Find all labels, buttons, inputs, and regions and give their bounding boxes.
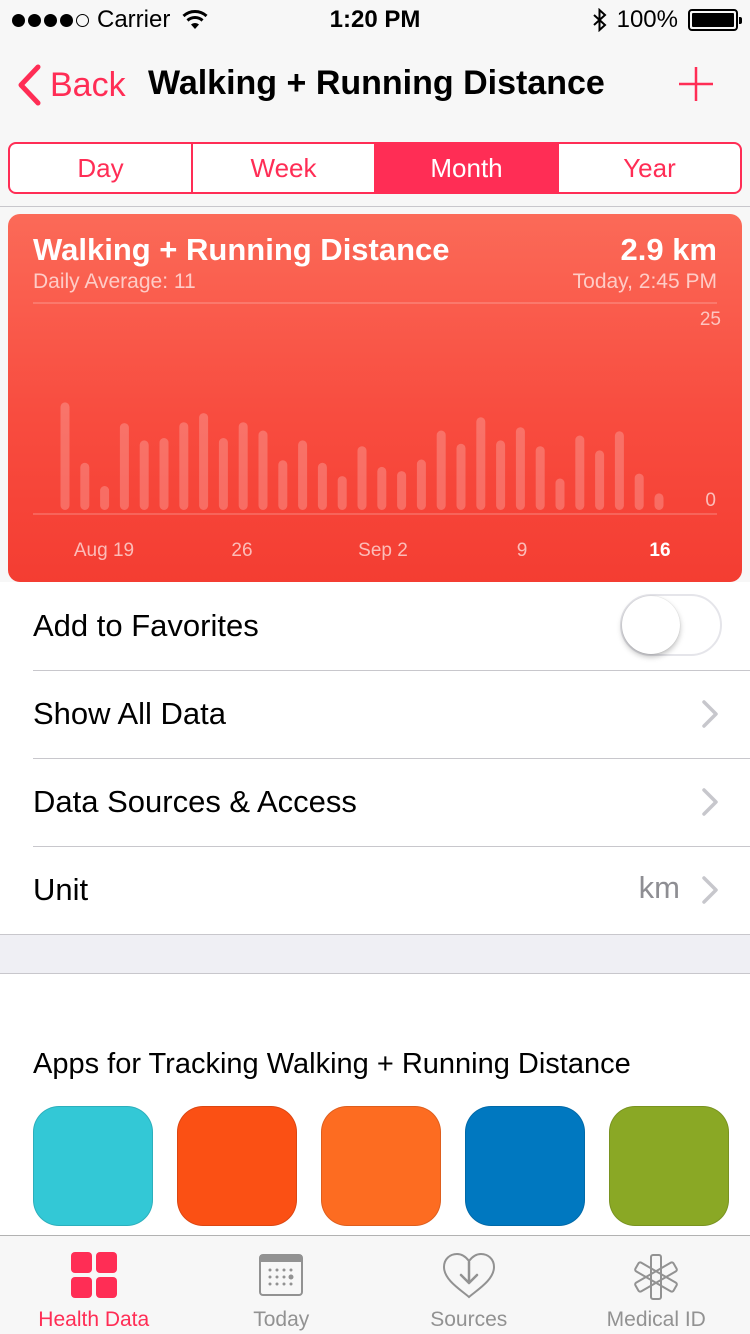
x-tick-label: 26 — [231, 540, 252, 561]
chart-bar — [436, 430, 446, 510]
app-icon-5[interactable] — [609, 1106, 729, 1226]
time-range-segmented-control: Day Week Month Year — [8, 142, 742, 194]
tab-label: Today — [253, 1308, 310, 1331]
chart-bar — [100, 486, 110, 510]
unit-row[interactable]: Unit km — [0, 846, 750, 934]
chart-bar — [397, 471, 407, 510]
x-tick-label: Aug 19 — [74, 540, 134, 561]
y-tick-min: 0 — [705, 490, 716, 511]
chart-bar — [357, 446, 367, 510]
status-bar: Carrier 1:20 PM 100% — [0, 0, 750, 40]
chart-bar — [139, 440, 149, 510]
chart-bar — [496, 440, 506, 510]
x-tick-label: 9 — [517, 540, 528, 561]
tab-sources[interactable]: Sources — [375, 1236, 563, 1334]
unit-value: km — [638, 870, 680, 905]
chart-bar — [476, 417, 486, 510]
toggle-knob — [622, 596, 680, 654]
app-icon-1[interactable] — [33, 1106, 153, 1226]
section-separator — [0, 934, 750, 974]
bluetooth-icon — [592, 8, 607, 32]
distance-chart-card[interactable]: 25 0 Aug 19 26 Sep 2 9 16 Walking + Running … — [8, 214, 742, 582]
chart-bar — [159, 438, 169, 510]
chart-bar — [595, 450, 605, 510]
add-icon[interactable] — [678, 66, 714, 102]
chart-bar — [337, 476, 347, 510]
chart-bar — [515, 427, 525, 510]
unit-label: Unit — [33, 872, 89, 907]
app-icon-2[interactable] — [177, 1106, 297, 1226]
chevron-right-icon — [702, 788, 718, 816]
chart-bar — [317, 462, 327, 510]
chevron-right-icon — [702, 700, 718, 728]
favorites-toggle[interactable] — [620, 594, 722, 656]
battery-percent: 100% — [616, 6, 678, 33]
show-all-data-label: Show All Data — [33, 696, 226, 731]
navigation-bar: Back Walking + Running Distance — [0, 40, 750, 130]
tab-bar: Health Data Today Sources Medical ID — [0, 1235, 750, 1334]
chart-bar — [456, 443, 466, 510]
header-divider — [0, 206, 750, 207]
settings-list: Add to Favorites Show All Data Data Sour… — [0, 582, 750, 934]
back-button[interactable]: Back — [16, 64, 126, 106]
latest-value: 2.9 km — [620, 232, 717, 267]
tab-label: Sources — [430, 1308, 508, 1331]
tab-label: Medical ID — [606, 1308, 706, 1331]
health-data-icon — [70, 1252, 117, 1298]
apps-section: Apps for Tracking Walking + Running Dist… — [0, 974, 750, 1236]
chart-bar — [555, 478, 565, 510]
chart-bar — [575, 435, 585, 510]
medical-id-icon — [634, 1254, 679, 1300]
chart-bar — [179, 422, 189, 510]
segment-day[interactable]: Day — [10, 144, 193, 192]
page-title: Walking + Running Distance — [148, 64, 605, 102]
add-to-favorites-label: Add to Favorites — [33, 608, 259, 643]
chevron-left-icon — [18, 64, 41, 106]
apps-section-title: Apps for Tracking Walking + Running Dist… — [33, 1048, 631, 1080]
data-sources-row[interactable]: Data Sources & Access — [0, 758, 750, 846]
tab-today[interactable]: Today — [188, 1236, 376, 1334]
back-label: Back — [50, 65, 126, 104]
chart-bar — [238, 422, 248, 510]
tab-medical-id[interactable]: Medical ID — [563, 1236, 750, 1334]
chart-bar — [654, 493, 664, 510]
chart-bar — [416, 459, 426, 510]
chart-bar — [278, 460, 288, 510]
chart-bar — [199, 413, 209, 510]
chart-bar — [634, 473, 644, 510]
tab-label: Health Data — [38, 1308, 150, 1331]
chart-bar — [218, 438, 228, 510]
segment-year[interactable]: Year — [559, 144, 740, 192]
x-tick-label: 16 — [649, 540, 670, 561]
chart-bar — [119, 423, 129, 510]
chevron-right-icon — [702, 876, 718, 904]
sources-heart-icon — [442, 1252, 495, 1299]
chart-bar — [298, 440, 308, 510]
segment-month[interactable]: Month — [376, 144, 559, 192]
app-icon-3[interactable] — [321, 1106, 441, 1226]
calendar-icon — [259, 1254, 304, 1296]
show-all-data-row[interactable]: Show All Data — [0, 670, 750, 758]
app-icon-4[interactable] — [465, 1106, 585, 1226]
tab-health-data[interactable]: Health Data — [0, 1236, 188, 1334]
daily-average: Daily Average: 11 — [33, 270, 196, 293]
y-tick-max: 25 — [700, 309, 721, 330]
chart-bar — [258, 430, 268, 510]
latest-timestamp: Today, 2:45 PM — [572, 270, 717, 293]
status-right: 100% — [592, 6, 742, 34]
chart-bar — [377, 466, 387, 510]
chart-bar — [535, 446, 545, 510]
chart-bar — [60, 402, 70, 510]
chart-bar — [614, 431, 624, 510]
add-to-favorites-row: Add to Favorites — [0, 582, 750, 670]
battery-icon — [688, 9, 742, 31]
segment-week[interactable]: Week — [193, 144, 376, 192]
card-title: Walking + Running Distance — [33, 232, 450, 267]
x-tick-label: Sep 2 — [358, 540, 408, 561]
data-sources-label: Data Sources & Access — [33, 784, 357, 819]
chart-bar — [80, 462, 90, 510]
